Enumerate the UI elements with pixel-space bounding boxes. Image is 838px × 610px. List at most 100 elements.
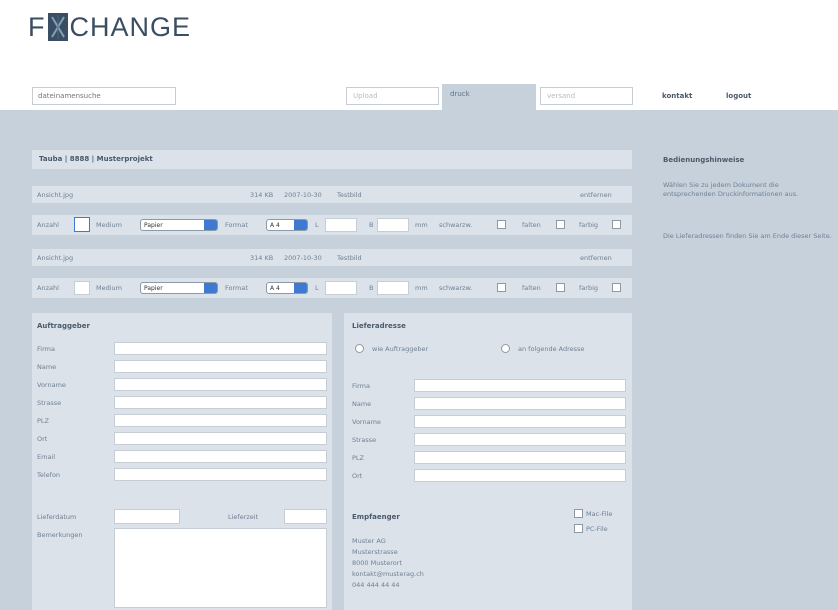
empfaenger-line: 044 444 44 44 [352, 581, 400, 589]
sidebar-title: Bedienungshinweise [663, 156, 745, 164]
lieferdatum-label: Lieferdatum [37, 513, 77, 521]
falten-checkbox[interactable] [556, 283, 565, 292]
anzahl-label: Anzahl [37, 221, 59, 229]
tab-druck[interactable]: druck [442, 84, 536, 110]
pc-file-checkbox[interactable] [574, 524, 583, 533]
schwarzweiss-checkbox[interactable] [497, 283, 506, 292]
radio-folgende-adresse[interactable] [501, 344, 510, 353]
firma-input[interactable] [114, 342, 327, 355]
b-label: B [369, 221, 374, 229]
logo-right: CHANGE [69, 11, 192, 42]
l-input[interactable] [325, 281, 357, 295]
lieferadresse-heading: Lieferadresse [352, 322, 406, 330]
file-row: Ansicht.jpg 314 KB 2007-10-30 Testbild e… [32, 249, 632, 266]
logo: F CHANGE [28, 10, 191, 44]
lieferadresse-form: Lieferadresse wie Auftraggeber an folgen… [344, 313, 632, 610]
field-label: Telefon [37, 471, 61, 479]
file-size: 314 KB [250, 254, 274, 262]
schwarzweiss-label: schwarzw. [439, 284, 473, 292]
tab-upload[interactable]: Upload [346, 87, 439, 105]
empfaenger-heading: Empfaenger [352, 513, 400, 521]
format-select[interactable]: A 4 [266, 282, 308, 294]
unit-label: mm [415, 221, 428, 229]
sidebar-text: Wählen Sie zu jedem Dokument die entspre… [663, 181, 799, 198]
lieferdatum-input[interactable] [114, 509, 180, 524]
print-options-row: Anzahl Medium Papier Format A 4 L B mm s… [32, 215, 632, 235]
unit-label: mm [415, 284, 428, 292]
plz-input[interactable] [114, 414, 327, 427]
farbig-checkbox[interactable] [612, 283, 621, 292]
kontakt-link[interactable]: kontakt [662, 92, 692, 100]
telefon-input[interactable] [114, 468, 327, 481]
radio-label: an folgende Adresse [518, 345, 585, 353]
search-input[interactable] [32, 87, 176, 105]
field-label: Strasse [352, 436, 377, 444]
field-label: Firma [352, 382, 370, 390]
chevron-down-icon [294, 220, 307, 230]
farbig-checkbox[interactable] [612, 220, 621, 229]
logout-link[interactable]: logout [726, 92, 751, 100]
l-input[interactable] [325, 218, 357, 232]
lief-strasse-input[interactable] [414, 433, 626, 446]
remove-link[interactable]: entfernen [580, 254, 612, 262]
radio-label: wie Auftraggeber [372, 345, 429, 353]
falten-label: falten [522, 284, 541, 292]
file-name[interactable]: Ansicht.jpg [37, 254, 73, 262]
field-label: Vorname [352, 418, 381, 426]
format-label: Format [225, 221, 248, 229]
format-select[interactable]: A 4 [266, 219, 308, 231]
email-input[interactable] [114, 450, 327, 463]
bemerkungen-textarea[interactable] [114, 528, 327, 608]
pc-file-label: PC-File [586, 525, 608, 533]
name-input[interactable] [114, 360, 327, 373]
ort-input[interactable] [114, 432, 327, 445]
lief-ort-input[interactable] [414, 469, 626, 482]
field-label: Strasse [37, 399, 62, 407]
lief-name-input[interactable] [414, 397, 626, 410]
field-label: Ort [352, 472, 363, 480]
field-label: PLZ [37, 417, 49, 425]
logo-mark-icon [47, 13, 68, 41]
empfaenger-line: Musterstrasse [352, 548, 398, 556]
anzahl-input[interactable] [74, 217, 90, 232]
field-label: Firma [37, 345, 55, 353]
medium-label: Medium [96, 221, 122, 229]
field-label: Email [37, 453, 56, 461]
l-label: L [315, 221, 319, 229]
file-size: 314 KB [250, 191, 274, 199]
strasse-input[interactable] [114, 396, 327, 409]
anzahl-label: Anzahl [37, 284, 59, 292]
logo-left: F [28, 11, 46, 42]
lief-vorname-input[interactable] [414, 415, 626, 428]
b-input[interactable] [377, 218, 409, 232]
file-name[interactable]: Ansicht.jpg [37, 191, 73, 199]
remove-link[interactable]: entfernen [580, 191, 612, 199]
file-date: 2007-10-30 [284, 191, 322, 199]
medium-select[interactable]: Papier [140, 219, 218, 231]
field-label: Name [37, 363, 57, 371]
format-label: Format [225, 284, 248, 292]
project-title: Tauba | 8888 | Musterprojekt [32, 150, 632, 169]
file-row: Ansicht.jpg 314 KB 2007-10-30 Testbild e… [32, 186, 632, 203]
file-type: Testbild [337, 191, 362, 199]
field-label: Ort [37, 435, 48, 443]
lief-plz-input[interactable] [414, 451, 626, 464]
vorname-input[interactable] [114, 378, 327, 391]
radio-wie-auftraggeber[interactable] [355, 344, 364, 353]
lief-firma-input[interactable] [414, 379, 626, 392]
anzahl-input[interactable] [74, 281, 90, 295]
empfaenger-line: kontakt@musterag.ch [352, 570, 424, 578]
mac-file-checkbox[interactable] [574, 509, 583, 518]
falten-checkbox[interactable] [556, 220, 565, 229]
chevron-down-icon [204, 220, 217, 230]
l-label: L [315, 284, 319, 292]
schwarzweiss-checkbox[interactable] [497, 220, 506, 229]
b-input[interactable] [377, 281, 409, 295]
medium-select[interactable]: Papier [140, 282, 218, 294]
lieferzeit-input[interactable] [284, 509, 327, 524]
medium-label: Medium [96, 284, 122, 292]
print-options-row: Anzahl Medium Papier Format A 4 L B mm s… [32, 278, 632, 298]
empfaenger-line: 8000 Musterort [352, 559, 402, 567]
tab-versand[interactable]: versand [540, 87, 633, 105]
auftraggeber-heading: Auftraggeber [37, 322, 90, 330]
